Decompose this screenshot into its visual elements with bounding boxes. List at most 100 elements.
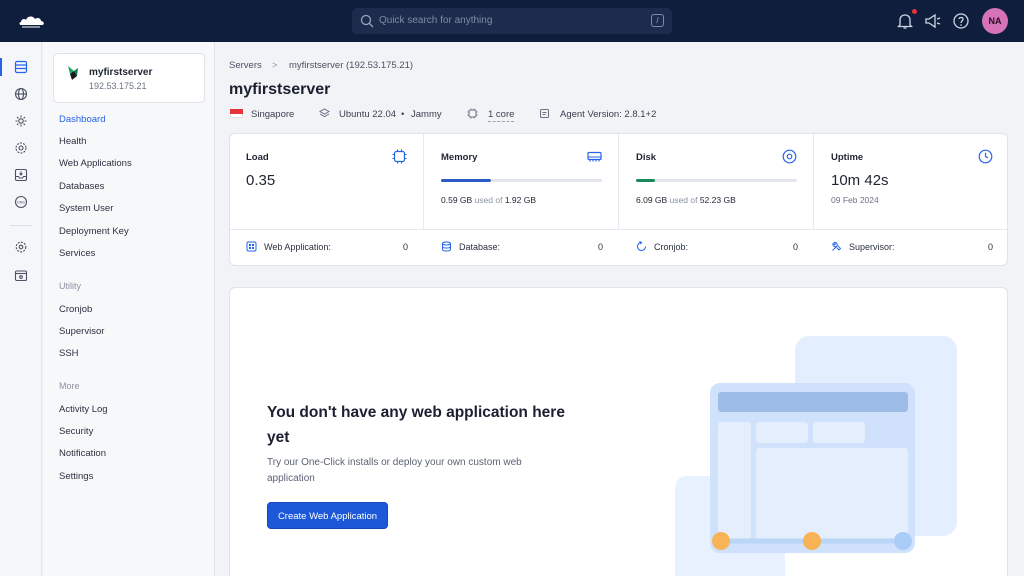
- tools-icon: [832, 241, 842, 251]
- memory-icon: [587, 151, 602, 162]
- disk-used-of: used of: [669, 195, 698, 205]
- gear-icon[interactable]: [14, 240, 28, 254]
- breadcrumb-current: myfirstserver (192.53.175.21): [289, 60, 414, 71]
- server-provider-icon: [68, 66, 78, 80]
- layers-icon: [319, 108, 330, 118]
- search-bar[interactable]: Quick search for anything /: [352, 8, 672, 34]
- settings-gear-icon[interactable]: [14, 114, 28, 128]
- nav-item-security[interactable]: Security: [59, 426, 93, 437]
- search-shortcut-key: /: [651, 14, 664, 27]
- count-cronjob-value: 0: [792, 242, 798, 252]
- servers-icon[interactable]: [14, 60, 28, 74]
- nav-item-deployment-key[interactable]: Deployment Key: [59, 226, 129, 237]
- nav-item-activity-log[interactable]: Activity Log: [59, 404, 108, 415]
- cog-icon[interactable]: [14, 141, 28, 155]
- nav-item-system-user[interactable]: System User: [59, 203, 113, 214]
- server-location: Singapore: [251, 109, 295, 120]
- memory-progress-bar: [441, 179, 602, 182]
- page-title: myfirstserver: [229, 81, 331, 98]
- search-placeholder: Quick search for anything: [379, 15, 493, 26]
- megaphone-icon[interactable]: [924, 12, 942, 30]
- disk-icon: [782, 149, 797, 164]
- nav-item-supervisor[interactable]: Supervisor: [59, 326, 104, 337]
- svg-text:DNS: DNS: [17, 201, 25, 205]
- inbox-icon[interactable]: [14, 168, 28, 182]
- breadcrumb-servers[interactable]: Servers: [229, 60, 262, 71]
- nav-item-notification[interactable]: Notification: [59, 448, 106, 459]
- nav-item-health[interactable]: Health: [59, 136, 86, 147]
- stat-memory: Memory 0.59 GB used of 1.92 GB: [425, 134, 619, 229]
- server-os-codename: Jammy: [411, 109, 442, 120]
- icon-rail: DNS: [0, 42, 42, 576]
- server-card[interactable]: myfirstserver 192.53.175.21: [53, 53, 205, 103]
- nav-item-ssh[interactable]: SSH: [59, 348, 79, 359]
- count-supervisor[interactable]: Supervisor: 0: [815, 229, 1007, 265]
- database-icon: [442, 241, 451, 252]
- avatar[interactable]: NA: [982, 8, 1008, 34]
- memory-usage: 0.59 GB used of 1.92 GB: [441, 195, 536, 205]
- side-nav: myfirstserver 192.53.175.21 Dashboard He…: [43, 42, 215, 576]
- stat-disk: Disk 6.09 GB used of 52.23 GB: [620, 134, 814, 229]
- count-cronjob[interactable]: Cronjob: 0: [620, 229, 814, 265]
- count-web-application-label: Web Application:: [264, 242, 331, 252]
- agent-icon: [540, 109, 549, 118]
- empty-state-card: You don't have any web application here …: [229, 287, 1008, 576]
- nav-item-services[interactable]: Services: [59, 248, 95, 259]
- cpu-icon: [467, 108, 478, 119]
- nav-item-dashboard[interactable]: Dashboard: [59, 114, 105, 125]
- count-database-value: 0: [597, 242, 603, 252]
- nav-item-web-applications[interactable]: Web Applications: [59, 158, 132, 169]
- rail-active-indicator: [0, 58, 2, 76]
- server-os: Ubuntu 22.04: [339, 109, 397, 120]
- web-app-icon: [246, 241, 257, 252]
- search-icon: [360, 14, 374, 28]
- disk-progress-bar: [636, 179, 797, 182]
- count-database[interactable]: Database: 0: [425, 229, 619, 265]
- memory-total: 1.92 GB: [504, 195, 537, 205]
- nav-item-settings[interactable]: Settings: [59, 471, 93, 482]
- disk-total: 52.23 GB: [699, 195, 736, 205]
- nav-item-cronjob[interactable]: Cronjob: [59, 304, 92, 315]
- agent-version: Agent Version: 2.8.1+2: [560, 109, 657, 120]
- stat-load: Load 0.35: [230, 134, 424, 229]
- stat-uptime-date: 09 Feb 2024: [831, 195, 879, 205]
- disk-used: 6.09 GB: [636, 195, 668, 205]
- count-web-application-value: 0: [402, 242, 408, 252]
- logo-icon[interactable]: [18, 12, 46, 30]
- count-database-label: Database:: [459, 242, 501, 252]
- help-icon[interactable]: [952, 12, 970, 30]
- stats-card: Load 0.35 Memory 0.59 GB used of 1.92 GB…: [229, 133, 1008, 266]
- rail-divider: [10, 225, 32, 226]
- cpu-chip-icon: [392, 149, 407, 164]
- create-web-application-button[interactable]: Create Web Application: [267, 502, 388, 529]
- count-web-application[interactable]: Web Application: 0: [230, 229, 424, 265]
- top-bar: Quick search for anything / NA: [0, 0, 1024, 42]
- count-supervisor-label: Supervisor:: [849, 242, 895, 252]
- stat-memory-label: Memory: [441, 152, 478, 163]
- disk-usage: 6.09 GB used of 52.23 GB: [636, 195, 736, 205]
- archive-icon[interactable]: [14, 268, 28, 282]
- memory-used: 0.59 GB: [441, 195, 473, 205]
- server-ip: 192.53.175.21: [89, 81, 147, 91]
- server-cpu-cores[interactable]: 1 core: [488, 109, 515, 122]
- singapore-flag-icon: [230, 109, 243, 118]
- nav-group-more: More: [59, 381, 80, 391]
- empty-state-heading: You don't have any web application here …: [267, 404, 565, 446]
- nav-item-databases[interactable]: Databases: [59, 181, 104, 192]
- clock-icon: [978, 149, 993, 164]
- stat-load-label: Load: [246, 152, 269, 163]
- empty-state-illustration: [675, 336, 957, 576]
- dns-icon[interactable]: DNS: [14, 195, 28, 209]
- breadcrumb-separator: >: [272, 60, 278, 70]
- bell-icon[interactable]: [896, 12, 914, 30]
- stat-load-value: 0.35: [246, 172, 276, 189]
- globe-icon[interactable]: [14, 87, 28, 101]
- server-name: myfirstserver: [89, 67, 153, 78]
- stat-disk-label: Disk: [636, 152, 657, 163]
- count-cronjob-label: Cronjob:: [654, 242, 689, 252]
- nav-group-utility: Utility: [59, 281, 81, 291]
- notification-dot: [912, 9, 917, 14]
- stat-uptime: Uptime 10m 42s 09 Feb 2024: [815, 134, 1007, 229]
- stat-uptime-value: 10m 42s: [831, 172, 889, 189]
- disk-progress-fill: [636, 179, 656, 182]
